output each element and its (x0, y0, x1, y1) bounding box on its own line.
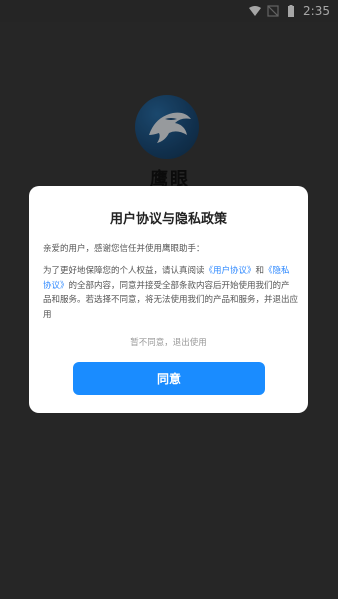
body-text-part2: 和 (255, 266, 265, 276)
disagree-exit-link[interactable]: 暂不同意，退出使用 (29, 336, 308, 348)
dialog-body: 为了更好地保障您的个人权益，请认真阅读《用户协议》和《隐私协议》的全部内容，同意… (43, 264, 298, 322)
agree-button[interactable]: 同意 (73, 362, 265, 395)
dialog-greeting: 亲爱的用户，感谢您信任并使用鹰眼助手： (43, 244, 205, 254)
dialog-title: 用户协议与隐私政策 (109, 212, 227, 227)
privacy-dialog: 用户协议与隐私政策 亲爱的用户，感谢您信任并使用鹰眼助手： 为了更好地保障您的个… (29, 186, 308, 413)
user-agreement-link[interactable]: 《用户协议》 (205, 266, 256, 276)
body-text-part3: 的全部内容，同意并接受全部条款内容后开始使用我们的产品和服务。若选择不同意，将无… (43, 280, 299, 320)
body-text-part1: 为了更好地保障您的个人权益，请认真阅读 (43, 266, 205, 276)
